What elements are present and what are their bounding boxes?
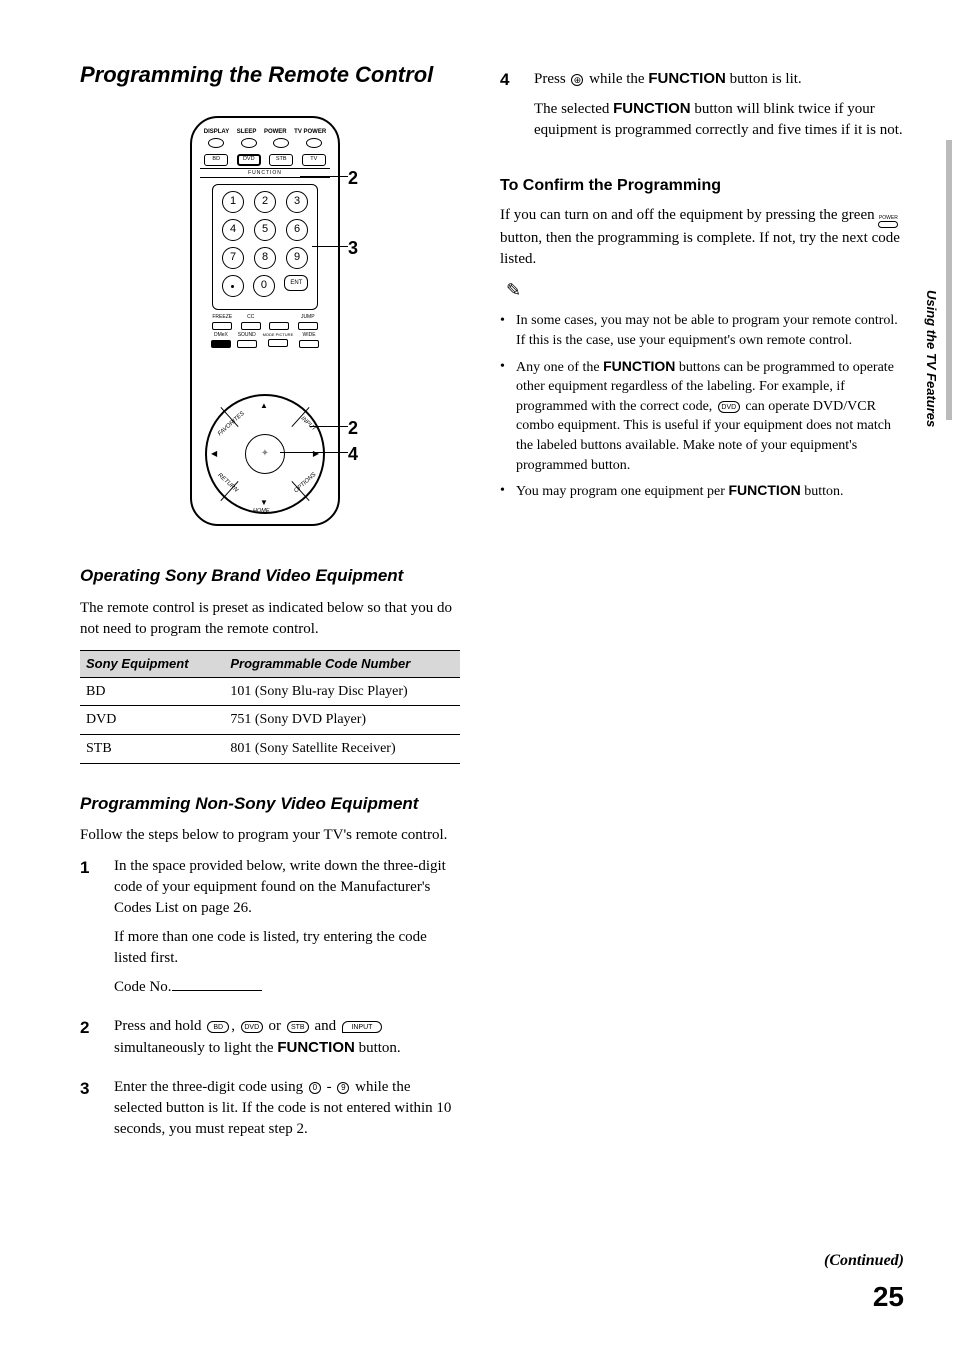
numpad: 123 456 789 0ENT [212,184,318,310]
bd-icon: BD [207,1021,229,1033]
nine-icon: 9 [337,1082,349,1094]
table-row: DVD751 (Sony DVD Player) [80,706,460,735]
func-bd: BD [204,154,228,166]
step-1: 1 In the space provided below, write dow… [80,856,460,1006]
table-row: BD101 (Sony Blu-ray Disc Player) [80,677,460,706]
func-tv: TV [302,154,326,166]
codes-table: Sony Equipment Programmable Code Number … [80,650,460,764]
remote-figure: DISPLAY SLEEP POWER TV POWER BD DVD STB … [160,116,380,536]
confirm-body: If you can turn on and off the equipment… [500,205,904,270]
zero-icon: 0 [309,1082,321,1094]
dvd-icon: DVD [718,401,740,413]
left-column: Programming the Remote Control DISPLAY S… [80,60,460,1316]
note-icon: ✎ [502,285,525,297]
callout-4: 4 [348,442,358,467]
func-stb: STB [269,154,293,166]
remote-label-sleep: SLEEP [237,128,257,136]
list-item: In some cases, you may not be able to pr… [500,311,904,350]
section-heading-nonsony: Programming Non-Sony Video Equipment [80,792,460,816]
dpad: ✦ ▲▼ ◀▶ FAVORITES INPUT RETURN OPTIONS H… [205,394,325,514]
step-2: 2 Press and hold BD, DVD or STB and INPU… [80,1016,460,1067]
stb-icon: STB [287,1021,309,1033]
func-dvd: DVD [237,154,261,166]
input-icon: INPUT [342,1021,382,1033]
continued-label: (Continued) [824,1250,904,1272]
step-4: 4 Press ⊕ while the FUNCTION button is l… [500,68,904,149]
confirm-heading: To Confirm the Programming [500,175,904,197]
section1-intro: The remote control is preset as indicate… [80,598,460,640]
side-tab-bar [946,140,952,420]
plus-icon: ⊕ [571,74,583,86]
remote-label-power: POWER [264,128,287,136]
callout-2-bottom: 2 [348,416,358,441]
list-item: You may program one equipment per FUNCTI… [500,481,904,502]
remote-label-tvpower: TV POWER [294,128,326,136]
side-tab-label: Using the TV Features [922,290,940,427]
dvd-icon: DVD [241,1021,263,1033]
table-row: STB801 (Sony Satellite Receiver) [80,734,460,763]
right-column: 4 Press ⊕ while the FUNCTION button is l… [500,60,904,1316]
table-header-equipment: Sony Equipment [80,650,224,677]
callout-2-top: 2 [348,166,358,191]
page-title: Programming the Remote Control [80,60,460,91]
section2-intro: Follow the steps below to program your T… [80,825,460,846]
section-heading-sony: Operating Sony Brand Video Equipment [80,564,460,588]
callout-3: 3 [348,236,358,261]
page-number: 25 [873,1277,904,1316]
notes-list: In some cases, you may not be able to pr… [500,311,904,501]
step-3: 3 Enter the three-digit code using 0 - 9… [80,1077,460,1148]
remote-label-display: DISPLAY [204,128,229,136]
list-item: Any one of the FUNCTION buttons can be p… [500,357,904,476]
code-entry-line [172,979,262,991]
power-icon: POWER [878,216,898,228]
table-header-code: Programmable Code Number [224,650,460,677]
